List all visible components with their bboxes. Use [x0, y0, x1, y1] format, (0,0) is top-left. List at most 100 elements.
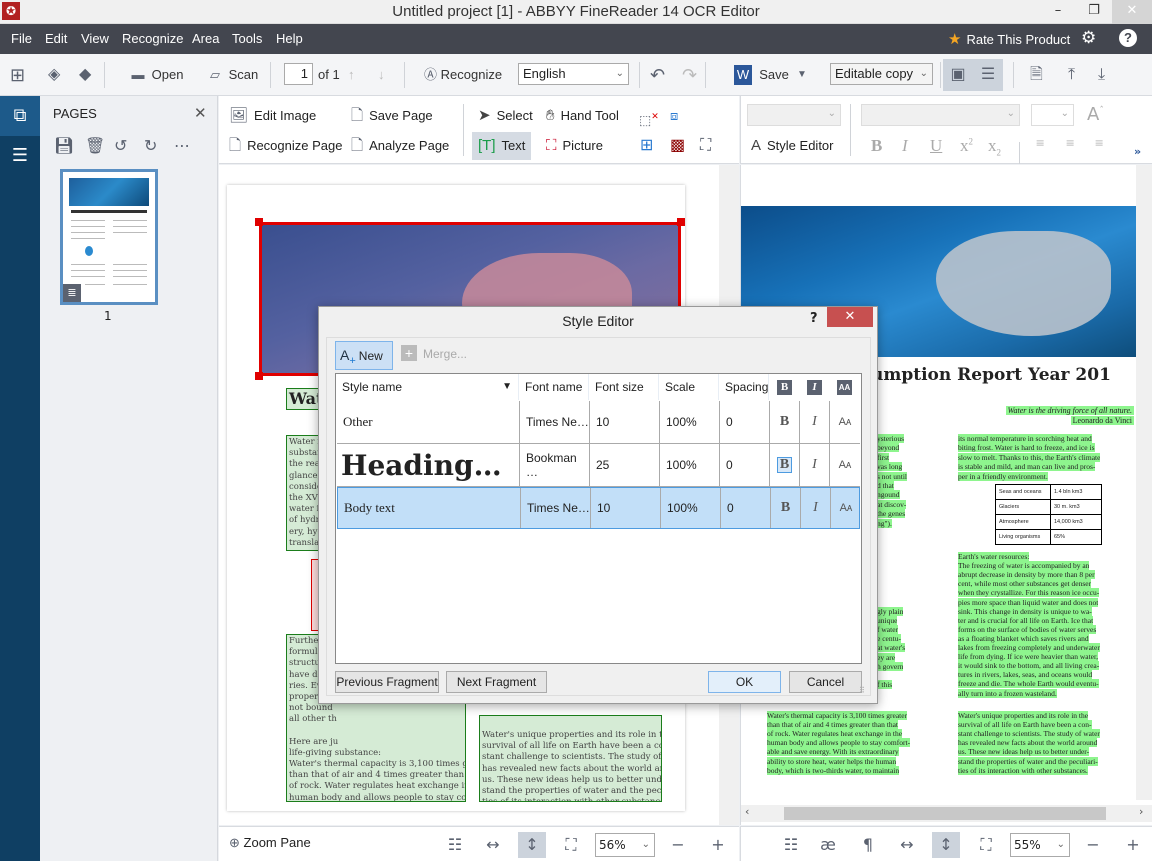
- properties-icon[interactable]: ☷: [777, 832, 805, 858]
- scale-cell[interactable]: 100%: [660, 401, 720, 443]
- scale-cell[interactable]: 100%: [660, 444, 720, 486]
- new-style-button[interactable]: A+ New: [335, 341, 393, 370]
- fit-page-icon[interactable]: ⛶: [972, 832, 1000, 858]
- zoom-select[interactable]: 56% ⌄: [595, 833, 655, 857]
- scale-cell[interactable]: 100%: [661, 488, 721, 528]
- scroll-right-icon[interactable]: ›: [1139, 805, 1143, 818]
- recognized-line[interactable]: life from dying. If ice were heavier tha…: [958, 652, 1099, 662]
- open-button[interactable]: ▬ Open: [128, 64, 184, 86]
- rate-product-link[interactable]: ★ Rate This Product: [948, 30, 1070, 48]
- font-size-cell[interactable]: 10: [591, 488, 661, 528]
- style-name-cell[interactable]: Body text: [338, 488, 521, 528]
- fit-page-icon[interactable]: ⛶: [557, 832, 585, 858]
- recognized-line[interactable]: it would sink to the bottom, and all liv…: [958, 661, 1100, 671]
- font-size-select[interactable]: ⌄: [1031, 104, 1074, 126]
- recognized-line[interactable]: at water's: [877, 643, 906, 653]
- ok-button[interactable]: OK: [708, 671, 781, 693]
- scan-button[interactable]: ⏥ Scan: [205, 64, 258, 86]
- more-tools-icon[interactable]: »: [1134, 145, 1141, 158]
- text-area[interactable]: Water's unique properties and its role i…: [479, 715, 662, 802]
- recognized-line[interactable]: stant challenge to scientists. The study…: [958, 729, 1100, 739]
- recognized-line[interactable]: ey are: [877, 652, 896, 662]
- fit-width-icon[interactable]: ↔: [479, 832, 507, 858]
- save-button[interactable]: W Save: [734, 64, 789, 86]
- list-nav-icon[interactable]: ☰: [0, 136, 40, 176]
- column-header-font-name[interactable]: Font name: [519, 374, 589, 400]
- recognized-line[interactable]: d that: [877, 481, 894, 490]
- recognized-line[interactable]: Water's unique properties and its role i…: [958, 711, 1089, 720]
- page-thumbnail[interactable]: ≣: [60, 169, 158, 305]
- delete-icon[interactable]: 🗑︎: [85, 136, 105, 155]
- resize-handle[interactable]: [255, 372, 263, 380]
- vertical-scrollbar[interactable]: [1136, 165, 1152, 800]
- analyze-page-button[interactable]: 🗋 Analyze Page: [351, 134, 449, 158]
- zoom-out-icon[interactable]: −: [664, 832, 692, 858]
- horizontal-scrollbar[interactable]: ‹ ›: [741, 805, 1152, 822]
- undo-icon[interactable]: ↶: [650, 64, 665, 86]
- menu-area[interactable]: Area: [192, 31, 219, 46]
- recognized-line[interactable]: tures in rivers, lakes, seas, and oceans…: [958, 670, 1093, 680]
- style-select[interactable]: ⌄: [747, 104, 841, 126]
- recognized-line[interactable]: forms on the surface of bodies of water …: [958, 624, 1097, 634]
- italic-toggle[interactable]: I: [801, 488, 831, 528]
- fit-height-icon[interactable]: ↕: [518, 832, 546, 858]
- recognized-line[interactable]: s not until: [877, 471, 908, 481]
- bold-toggle[interactable]: B: [770, 401, 800, 443]
- font-size-cell[interactable]: 25: [590, 444, 660, 486]
- case-toggle[interactable]: Aᴀ: [831, 488, 861, 528]
- fit-height-icon[interactable]: ↕: [932, 832, 960, 858]
- order-areas-icon[interactable]: ⧈: [670, 104, 678, 128]
- close-window-button[interactable]: ✕: [1112, 0, 1152, 24]
- recognized-line[interactable]: Water's thermal capacity is 3,100 times …: [767, 711, 908, 720]
- properties-icon[interactable]: ☷: [441, 832, 469, 858]
- menu-recognize[interactable]: Recognize: [122, 31, 183, 46]
- recognized-line[interactable]: e centu-: [877, 634, 901, 644]
- save-page-button[interactable]: 🗋 Save Page: [351, 104, 433, 128]
- menu-file[interactable]: File: [11, 31, 32, 46]
- recognized-line[interactable]: abrupt decrease in density by more than …: [958, 570, 1095, 580]
- style-row[interactable]: Body text Times Ne… 10 100% 0 B I Aᴀ: [337, 487, 860, 529]
- recognize-page-button[interactable]: 🗋 Recognize Page: [229, 134, 342, 158]
- subscript-icon[interactable]: x2: [988, 136, 1001, 157]
- recognized-line[interactable]: body, which is two-thirds water, to main…: [767, 765, 900, 775]
- style-name-cell[interactable]: Heading…: [337, 444, 520, 486]
- increase-font-icon[interactable]: Aˆ: [1087, 104, 1104, 125]
- document-heading[interactable]: umption Report Year 201: [871, 365, 1111, 385]
- column-header-style-name[interactable]: Style name ▼: [336, 374, 519, 400]
- bold-icon[interactable]: B: [871, 136, 882, 156]
- spell-check-icon[interactable]: æ: [814, 832, 842, 858]
- merge-styles-button[interactable]: + Merge...: [401, 341, 467, 370]
- add-pages-icon[interactable]: ◈: [48, 64, 60, 86]
- recognized-line[interactable]: ng").: [877, 518, 892, 528]
- barcode-area-icon[interactable]: ⛶: [700, 134, 711, 158]
- recognized-line[interactable]: Earth's water resources:: [958, 552, 1030, 561]
- font-name-cell[interactable]: Times Ne…: [520, 401, 590, 443]
- next-fragment-button[interactable]: Next Fragment: [446, 671, 547, 693]
- recognized-line[interactable]: able and save energy. With its extraordi…: [767, 747, 899, 757]
- font-select[interactable]: ⌄: [861, 104, 1020, 126]
- recognized-line[interactable]: the genes: [877, 509, 906, 519]
- select-tool-button[interactable]: ➤ Select: [478, 104, 533, 128]
- recognized-line[interactable]: ally turn into a frozen wasteland.: [958, 688, 1057, 698]
- layers-icon[interactable]: ◆: [79, 64, 91, 86]
- spacing-cell[interactable]: 0: [720, 401, 770, 443]
- settings-gear-icon[interactable]: ⚙: [1081, 28, 1096, 48]
- recognized-line[interactable]: freeze and die. The whole Earth would ev…: [958, 679, 1099, 689]
- recognized-line[interactable]: vas long: [877, 462, 903, 472]
- style-row[interactable]: Heading… Bookman … 25 100% 0 B I Aᴀ: [337, 444, 860, 487]
- dialog-close-button[interactable]: ✕: [827, 307, 873, 327]
- quote-text[interactable]: Water is the driving force of all nature…: [1005, 406, 1134, 415]
- pages-nav-icon[interactable]: ⧉: [0, 96, 40, 136]
- recognized-line[interactable]: ter and is crucial for all life on Earth…: [958, 615, 1094, 625]
- recognized-line[interactable]: when they crystallize. For this reason i…: [958, 588, 1100, 598]
- resize-grip-icon[interactable]: ⠿: [859, 686, 865, 695]
- recognized-line[interactable]: cent, while most other substances get de…: [958, 579, 1092, 589]
- hand-tool-button[interactable]: ✋︎ Hand Tool: [546, 104, 619, 128]
- recognized-line[interactable]: biting frost. Water is hard to freeze, a…: [958, 443, 1095, 453]
- import-down-icon[interactable]: ⤓: [1098, 64, 1105, 86]
- recognized-line[interactable]: f water: [877, 625, 899, 635]
- font-name-cell[interactable]: Bookman …: [520, 444, 590, 486]
- water-resources-table[interactable]: Seas and oceans 1.4 bln km3 Glaciers 30 m. …: [995, 484, 1102, 545]
- style-row[interactable]: Other Times Ne… 10 100% 0 B I Aᴀ: [337, 401, 860, 444]
- new-task-icon[interactable]: ⊞: [10, 64, 25, 86]
